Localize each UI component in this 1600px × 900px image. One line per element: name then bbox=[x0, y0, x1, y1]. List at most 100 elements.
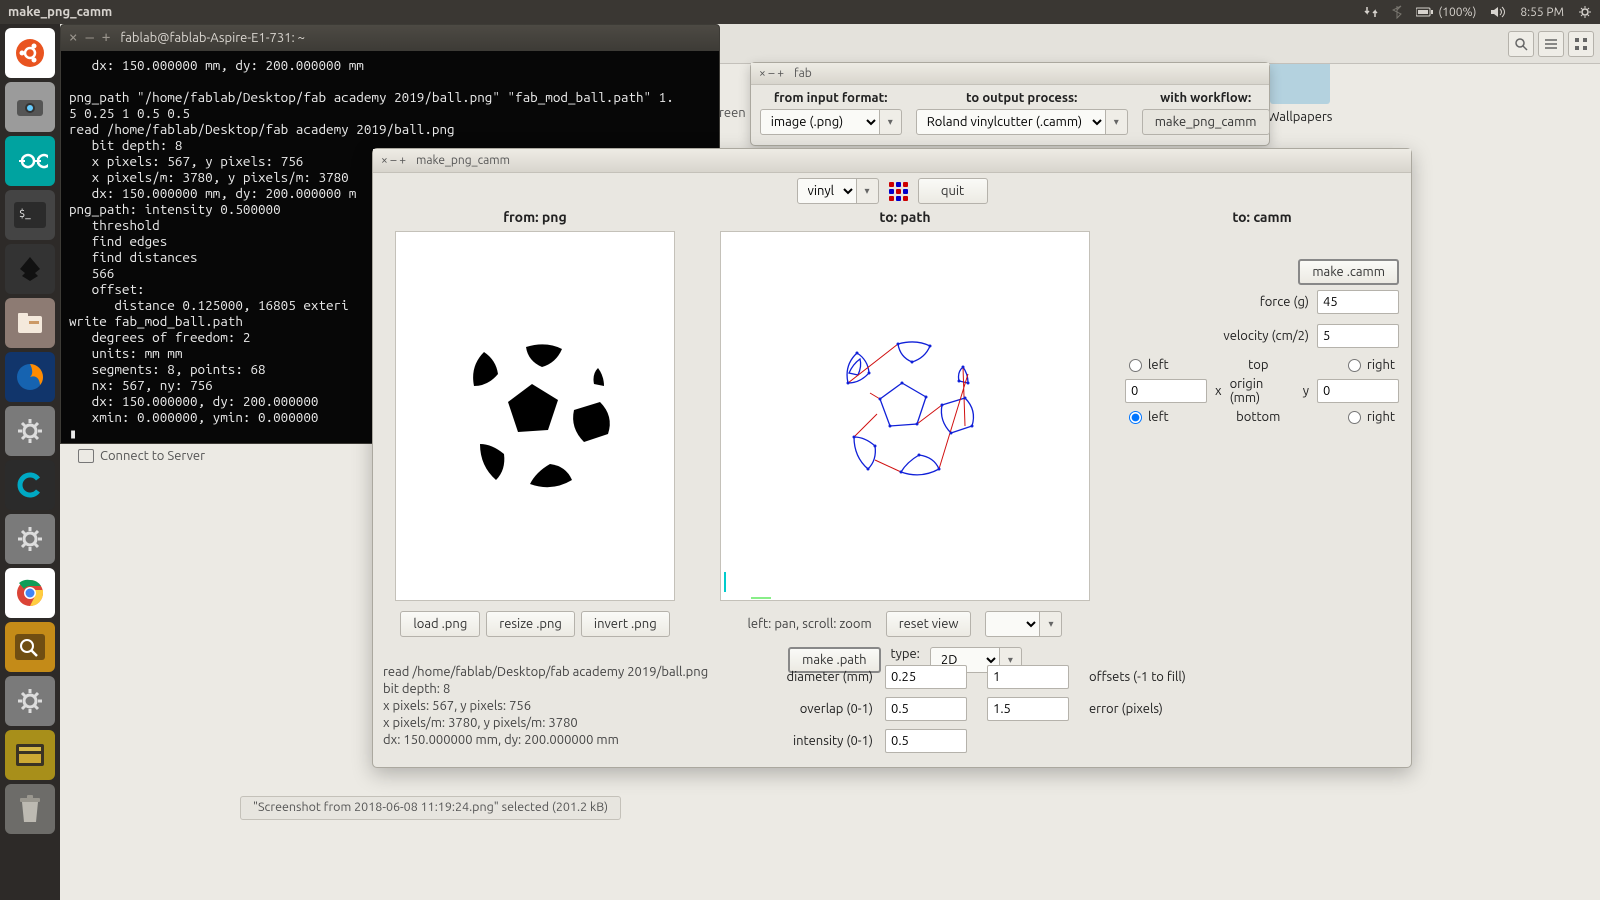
maximize-icon[interactable]: + bbox=[399, 154, 406, 167]
reset-view-button[interactable]: reset view bbox=[886, 611, 972, 637]
make-png-camm-window: × – + make_png_camm vinyl▾ quit from: pn… bbox=[372, 148, 1412, 768]
files-list-view-button[interactable] bbox=[1538, 31, 1564, 57]
y-label: y bbox=[1303, 384, 1309, 398]
mpc-title: make_png_camm bbox=[416, 154, 510, 167]
png-info-block: read /home/fablab/Desktop/fab academy 20… bbox=[383, 664, 708, 749]
view-select[interactable]: ▾ bbox=[985, 611, 1062, 637]
minimize-icon[interactable]: – bbox=[85, 30, 93, 46]
invert-png-button[interactable]: invert .png bbox=[581, 611, 670, 637]
window-controls: × – + bbox=[381, 154, 406, 167]
grid-icon[interactable] bbox=[889, 182, 908, 201]
origin-x-input[interactable] bbox=[1125, 379, 1207, 403]
close-icon[interactable]: × bbox=[381, 154, 388, 167]
intensity-input[interactable] bbox=[885, 729, 967, 753]
maximize-icon[interactable]: + bbox=[102, 30, 110, 46]
fab-titlebar[interactable]: × – + fab bbox=[751, 63, 1269, 85]
session-gear-icon[interactable] bbox=[1578, 5, 1592, 19]
path-preview-panel[interactable] bbox=[720, 231, 1090, 601]
launcher-screenshot[interactable] bbox=[5, 82, 55, 132]
from-png-header: from: png bbox=[503, 209, 567, 225]
minimize-icon[interactable]: – bbox=[391, 154, 397, 167]
bluetooth-indicator[interactable] bbox=[1392, 5, 1402, 19]
origin-y-input[interactable] bbox=[1317, 379, 1399, 403]
fab-window: × – + fab reen from input format: image … bbox=[750, 62, 1270, 146]
force-label: force (g) bbox=[1260, 295, 1309, 309]
bottom-label: bottom bbox=[1236, 410, 1280, 424]
terminal-title: fablab@fablab-Aspire-E1-731: ~ bbox=[120, 31, 305, 45]
connect-to-server-label: Connect to Server bbox=[100, 449, 205, 463]
origin-label: origin (mm) bbox=[1230, 377, 1295, 405]
chevron-down-icon[interactable]: ▾ bbox=[1040, 611, 1062, 637]
close-icon[interactable]: × bbox=[759, 67, 766, 80]
close-icon[interactable]: × bbox=[69, 30, 77, 46]
resize-png-button[interactable]: resize .png bbox=[486, 611, 575, 637]
top-left-radio[interactable]: left bbox=[1129, 358, 1169, 372]
to-process-label: to output process: bbox=[966, 91, 1077, 105]
velocity-input[interactable] bbox=[1317, 324, 1399, 348]
window-controls: × – + bbox=[759, 67, 784, 80]
chevron-down-icon[interactable]: ▾ bbox=[1106, 109, 1128, 135]
minimize-icon[interactable]: – bbox=[769, 67, 775, 80]
window-controls: × – + bbox=[69, 30, 110, 46]
desktop-folder-label: Wallpapers bbox=[1260, 110, 1340, 124]
terminal-titlebar[interactable]: × – + fablab@fablab-Aspire-E1-731: ~ bbox=[61, 25, 719, 51]
truncated-text: reen bbox=[719, 106, 746, 120]
make-camm-button[interactable]: make .camm bbox=[1298, 259, 1399, 285]
error-label: error (pixels) bbox=[1089, 702, 1219, 716]
top-right-radio[interactable]: right bbox=[1348, 358, 1395, 372]
from-format-select[interactable]: image (.png)▾ bbox=[760, 109, 902, 135]
offsets-label: offsets (-1 to fill) bbox=[1089, 670, 1219, 684]
launcher-image-viewer[interactable] bbox=[5, 622, 55, 672]
files-grid-view-button[interactable] bbox=[1568, 31, 1594, 57]
files-search-button[interactable] bbox=[1508, 31, 1534, 57]
mpc-titlebar[interactable]: × – + make_png_camm bbox=[373, 149, 1411, 173]
launcher-inkscape[interactable] bbox=[5, 244, 55, 294]
system-menubar: make_png_camm (100%) 8:55 PM bbox=[0, 0, 1600, 24]
diameter-input[interactable] bbox=[885, 665, 967, 689]
launcher-settings-1[interactable] bbox=[5, 406, 55, 456]
to-camm-header: to: camm bbox=[1125, 209, 1399, 225]
path-parameters: diameter (mm) offsets (-1 to fill) overl… bbox=[743, 665, 1399, 753]
material-select[interactable]: vinyl▾ bbox=[797, 178, 879, 204]
launcher-terminal[interactable]: $_ bbox=[5, 190, 55, 240]
to-process-select[interactable]: Roland vinylcutter (.camm)▾ bbox=[916, 109, 1128, 135]
chevron-down-icon[interactable]: ▾ bbox=[857, 178, 879, 204]
overlap-label: overlap (0-1) bbox=[743, 702, 873, 716]
launcher-dash[interactable] bbox=[5, 28, 55, 78]
quit-button[interactable]: quit bbox=[918, 178, 988, 204]
launcher-trash[interactable] bbox=[5, 784, 55, 834]
fab-title: fab bbox=[794, 67, 812, 80]
launcher-files[interactable] bbox=[5, 298, 55, 348]
workflow-button[interactable]: make_png_camm bbox=[1142, 109, 1270, 135]
clock[interactable]: 8:55 PM bbox=[1520, 6, 1564, 19]
load-png-button[interactable]: load .png bbox=[400, 611, 480, 637]
force-input[interactable] bbox=[1317, 290, 1399, 314]
connect-to-server-item[interactable]: Connect to Server bbox=[78, 449, 205, 463]
launcher-settings-2[interactable] bbox=[5, 514, 55, 564]
top-label: top bbox=[1248, 358, 1268, 372]
maximize-icon[interactable]: + bbox=[777, 67, 784, 80]
network-indicator[interactable] bbox=[1364, 5, 1378, 19]
launcher-cura[interactable] bbox=[5, 460, 55, 510]
volume-indicator[interactable] bbox=[1490, 6, 1506, 18]
network-icon bbox=[78, 449, 94, 463]
error-input[interactable] bbox=[987, 697, 1069, 721]
launcher-app[interactable] bbox=[5, 730, 55, 780]
launcher-firefox[interactable] bbox=[5, 352, 55, 402]
overlap-input[interactable] bbox=[885, 697, 967, 721]
offsets-input[interactable] bbox=[987, 665, 1069, 689]
png-preview-panel[interactable] bbox=[395, 231, 675, 601]
bottom-right-radio[interactable]: right bbox=[1348, 410, 1395, 424]
battery-indicator[interactable]: (100%) bbox=[1416, 6, 1476, 19]
chevron-down-icon[interactable]: ▾ bbox=[880, 109, 902, 135]
folder-icon bbox=[1270, 60, 1330, 104]
diameter-label: diameter (mm) bbox=[743, 670, 873, 684]
to-path-header: to: path bbox=[879, 209, 930, 225]
toolpath-preview bbox=[721, 232, 1091, 602]
launcher-settings-3[interactable] bbox=[5, 676, 55, 726]
launcher-arduino[interactable] bbox=[5, 136, 55, 186]
desktop-folder-wallpapers[interactable]: Wallpapers bbox=[1260, 60, 1340, 124]
bottom-left-radio[interactable]: left bbox=[1129, 410, 1169, 424]
launcher-chrome[interactable] bbox=[5, 568, 55, 618]
workflow-label: with workflow: bbox=[1160, 91, 1251, 105]
